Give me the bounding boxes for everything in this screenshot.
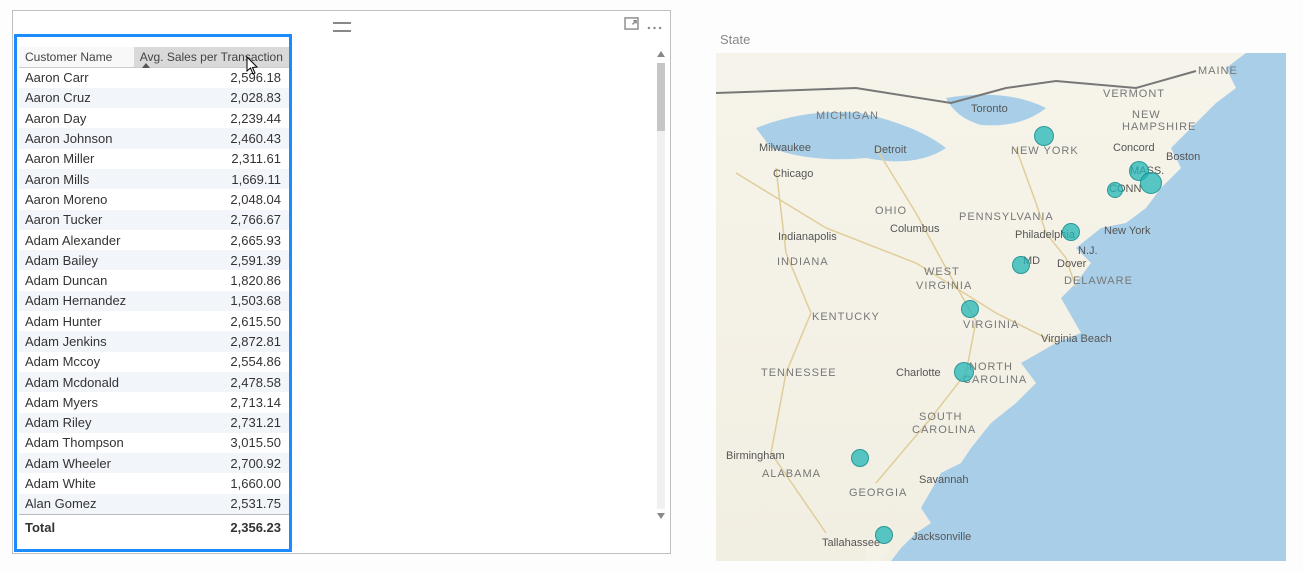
cell-avg-sales: 2,766.67 — [134, 210, 291, 230]
cell-customer: Adam Myers — [19, 392, 134, 412]
table-row[interactable]: Adam Hunter2,615.50 — [19, 311, 291, 331]
cell-customer: Adam Thompson — [19, 433, 134, 453]
cell-avg-sales: 1,660.00 — [134, 473, 291, 493]
cell-avg-sales: 2,615.50 — [134, 311, 291, 331]
map-bubble[interactable] — [851, 449, 869, 467]
map-bubble[interactable] — [1107, 182, 1123, 198]
table-scrollbar[interactable] — [656, 49, 666, 523]
cell-customer: Aaron Day — [19, 108, 134, 128]
column-header-customer[interactable]: Customer Name — [19, 47, 134, 68]
map-canvas[interactable]: MAINEVERMONTNEWHAMPSHIRENEW YORKMICHIGAN… — [716, 53, 1286, 561]
cell-customer: Adam Hernandez — [19, 291, 134, 311]
cell-customer: Adam Hunter — [19, 311, 134, 331]
map-title: State — [716, 30, 1286, 49]
table-row[interactable]: Adam Bailey2,591.39 — [19, 250, 291, 270]
table-row[interactable]: Aaron Mills1,669.11 — [19, 169, 291, 189]
table-row[interactable]: Adam Myers2,713.14 — [19, 392, 291, 412]
map-bubble[interactable] — [961, 300, 979, 318]
cell-avg-sales: 2,460.43 — [134, 128, 291, 148]
cell-customer: Adam Mccoy — [19, 352, 134, 372]
map-bubble[interactable] — [1034, 126, 1054, 146]
table-row[interactable]: Aaron Tucker2,766.67 — [19, 210, 291, 230]
cell-customer: Adam Duncan — [19, 270, 134, 290]
focus-mode-icon[interactable] — [624, 17, 639, 30]
table-row[interactable]: Aaron Day2,239.44 — [19, 108, 291, 128]
cell-customer: Adam Alexander — [19, 230, 134, 250]
table-body: Customer Name Avg. Sales per Transaction… — [19, 47, 659, 547]
table-row[interactable]: Adam Mcdonald2,478.58 — [19, 372, 291, 392]
visual-drag-bar[interactable] — [13, 11, 670, 43]
scroll-up-icon[interactable] — [657, 51, 665, 57]
table-row[interactable]: Adam Wheeler2,700.92 — [19, 453, 291, 473]
cell-customer: Aaron Cruz — [19, 88, 134, 108]
cell-avg-sales: 1,503.68 — [134, 291, 291, 311]
cell-avg-sales: 2,478.58 — [134, 372, 291, 392]
cell-customer: Adam Jenkins — [19, 331, 134, 351]
total-label: Total — [19, 514, 134, 540]
table-row[interactable]: Aaron Cruz2,028.83 — [19, 88, 291, 108]
cell-customer: Alan Gomez — [19, 494, 134, 514]
cell-avg-sales: 2,731.21 — [134, 413, 291, 433]
cell-avg-sales: 2,311.61 — [134, 149, 291, 169]
cell-avg-sales: 1,820.86 — [134, 270, 291, 290]
cell-avg-sales: 2,713.14 — [134, 392, 291, 412]
table-visual[interactable]: Customer Name Avg. Sales per Transaction… — [12, 10, 671, 554]
scroll-thumb[interactable] — [657, 63, 665, 131]
map-basemap — [716, 53, 1286, 561]
cell-customer: Aaron Moreno — [19, 189, 134, 209]
cell-avg-sales: 3,015.50 — [134, 433, 291, 453]
table-row[interactable]: Adam Hernandez1,503.68 — [19, 291, 291, 311]
table-row[interactable]: Aaron Carr2,596.18 — [19, 68, 291, 88]
cell-avg-sales: 2,531.75 — [134, 494, 291, 514]
table-row[interactable]: Aaron Johnson2,460.43 — [19, 128, 291, 148]
cell-customer: Adam Riley — [19, 413, 134, 433]
cell-customer: Aaron Johnson — [19, 128, 134, 148]
scroll-track[interactable] — [657, 63, 665, 509]
map-visual[interactable]: State MAINEVERMONTNEWHAMPSHIRENEW YORKMI… — [716, 30, 1286, 560]
cell-avg-sales: 2,591.39 — [134, 250, 291, 270]
cell-customer: Aaron Carr — [19, 68, 134, 88]
table-row[interactable]: Aaron Moreno2,048.04 — [19, 189, 291, 209]
cell-avg-sales: 2,665.93 — [134, 230, 291, 250]
cell-customer: Aaron Miller — [19, 149, 134, 169]
scroll-down-icon[interactable] — [657, 513, 665, 519]
table-row[interactable]: Adam Duncan1,820.86 — [19, 270, 291, 290]
table-row[interactable]: Aaron Miller2,311.61 — [19, 149, 291, 169]
total-value: 2,356.23 — [134, 514, 291, 540]
data-table: Customer Name Avg. Sales per Transaction… — [19, 47, 291, 540]
cell-customer: Adam Mcdonald — [19, 372, 134, 392]
map-bubble[interactable] — [1012, 256, 1030, 274]
cell-avg-sales: 2,700.92 — [134, 453, 291, 473]
cell-avg-sales: 2,028.83 — [134, 88, 291, 108]
cell-avg-sales: 2,048.04 — [134, 189, 291, 209]
table-row[interactable]: Adam Jenkins2,872.81 — [19, 331, 291, 351]
table-row[interactable]: Adam Alexander2,665.93 — [19, 230, 291, 250]
cell-avg-sales: 2,596.18 — [134, 68, 291, 88]
cell-avg-sales: 1,669.11 — [134, 169, 291, 189]
drag-handle-icon — [333, 22, 351, 32]
visual-header-actions — [624, 17, 662, 30]
cell-customer: Adam Wheeler — [19, 453, 134, 473]
table-row[interactable]: Adam Mccoy2,554.86 — [19, 352, 291, 372]
table-row[interactable]: Adam White1,660.00 — [19, 473, 291, 493]
map-bubble[interactable] — [875, 526, 893, 544]
cell-avg-sales: 2,872.81 — [134, 331, 291, 351]
cell-customer: Adam White — [19, 473, 134, 493]
cell-avg-sales: 2,239.44 — [134, 108, 291, 128]
table-row[interactable]: Adam Riley2,731.21 — [19, 413, 291, 433]
column-header-avg-sales[interactable]: Avg. Sales per Transaction — [134, 47, 291, 68]
map-bubble[interactable] — [1140, 172, 1162, 194]
table-row[interactable]: Alan Gomez2,531.75 — [19, 494, 291, 514]
map-bubble[interactable] — [1062, 223, 1080, 241]
more-options-icon[interactable] — [647, 17, 662, 30]
map-bubble[interactable] — [954, 362, 974, 382]
cell-avg-sales: 2,554.86 — [134, 352, 291, 372]
cell-customer: Adam Bailey — [19, 250, 134, 270]
cell-customer: Aaron Mills — [19, 169, 134, 189]
table-row[interactable]: Adam Thompson3,015.50 — [19, 433, 291, 453]
cell-customer: Aaron Tucker — [19, 210, 134, 230]
